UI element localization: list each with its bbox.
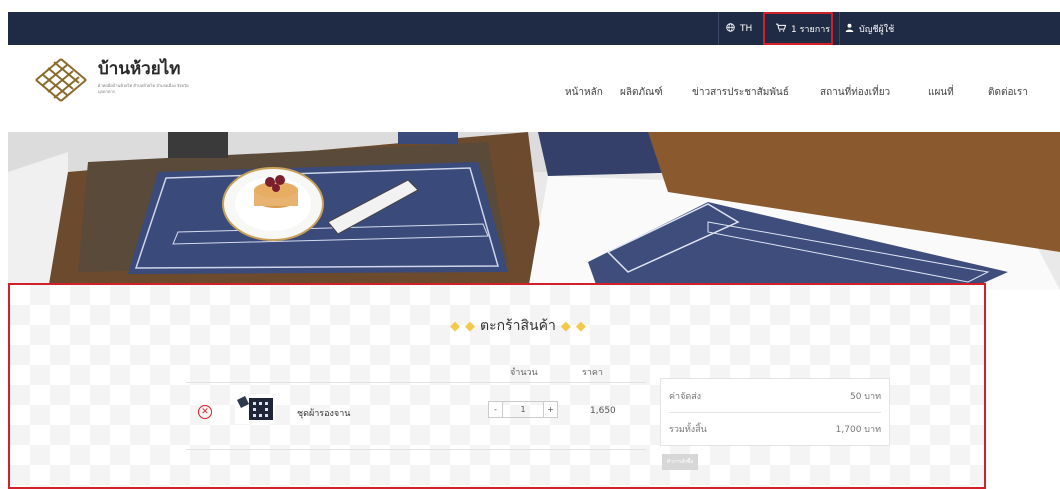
total-row: รวมทั้งสิ้น 1,700 บาท — [669, 412, 881, 445]
table-divider — [186, 449, 646, 450]
close-icon: ✕ — [201, 407, 209, 417]
column-header-price: ราคา — [582, 368, 603, 378]
top-bar-divider — [718, 12, 719, 45]
nav-map[interactable]: แผนที่ — [928, 85, 954, 100]
user-icon — [845, 23, 854, 35]
top-bar-divider — [839, 12, 840, 45]
remove-item-button[interactable]: ✕ — [198, 405, 212, 419]
checkout-button[interactable]: ทำการสั่งซื้อ — [662, 454, 698, 470]
cart-highlight-box — [763, 12, 833, 45]
nav-contact[interactable]: ติดต่อเรา — [988, 85, 1028, 100]
nav-news[interactable]: ข่าวสารประชาสัมพันธ์ — [692, 85, 789, 100]
diamond-icon: ◆ — [560, 318, 571, 334]
account-label: บัญชีผู้ใช้ — [859, 24, 895, 35]
diamond-icon: ◆ — [450, 318, 460, 334]
table-divider — [186, 382, 646, 383]
cart-panel: ◆ ◆ ตะกร้าสินค้า ◆ ◆ จำนวน ราคา ✕ ชุดผ้า… — [8, 283, 986, 489]
quantity-stepper: - 1 + — [488, 401, 558, 418]
site-header: บ้านห้วยไท ผ้าทอมือบ้านห้วยไท ตำบลห้วยไท… — [8, 45, 1060, 132]
total-value: 1,700 บาท — [835, 424, 881, 435]
diamond-icon: ◆ — [465, 318, 475, 334]
product-name[interactable]: ชุดผ้ารองจาน — [297, 406, 350, 420]
brand-subtitle: ผ้าทอมือบ้านห้วยไท ตำบลห้วยไท อำเภอเมือง… — [98, 83, 189, 94]
shipping-label: ค่าจัดส่ง — [669, 391, 702, 402]
language-label: TH — [740, 23, 753, 34]
decrease-quantity-button[interactable]: - — [488, 401, 503, 418]
diamond-icon: ◆ — [575, 318, 586, 334]
hero-banner — [8, 132, 1060, 290]
site-logo[interactable] — [30, 55, 92, 105]
column-header-quantity: จำนวน — [510, 368, 538, 378]
quantity-input[interactable]: 1 — [503, 401, 543, 418]
increase-quantity-button[interactable]: + — [543, 401, 558, 418]
shipping-row: ค่าจัดส่ง 50 บาท — [669, 379, 881, 412]
globe-icon — [726, 22, 735, 35]
order-summary: ค่าจัดส่ง 50 บาท รวมทั้งสิ้น 1,700 บาท — [660, 378, 890, 446]
nav-attractions[interactable]: สถานที่ท่องเที่ยว — [820, 85, 890, 100]
top-bar: TH 1 รายการ บัญชีผู้ใช้ — [8, 12, 1060, 45]
cart-title: ตะกร้าสินค้า — [480, 318, 556, 334]
nav-home[interactable]: หน้าหลัก — [565, 85, 603, 100]
product-thumbnail — [235, 394, 275, 424]
nav-products[interactable]: ผลิตภัณฑ์ — [620, 85, 663, 100]
total-label: รวมทั้งสิ้น — [669, 424, 707, 435]
account-link[interactable]: บัญชีผู้ใช้ — [845, 12, 894, 45]
language-selector[interactable]: TH — [726, 12, 752, 45]
brand-name: บ้านห้วยไท — [98, 59, 181, 79]
shipping-value: 50 บาท — [849, 391, 881, 402]
cart-heading: ◆ ◆ ตะกร้าสินค้า ◆ ◆ — [450, 315, 586, 337]
item-price: 1,650 — [590, 406, 616, 416]
